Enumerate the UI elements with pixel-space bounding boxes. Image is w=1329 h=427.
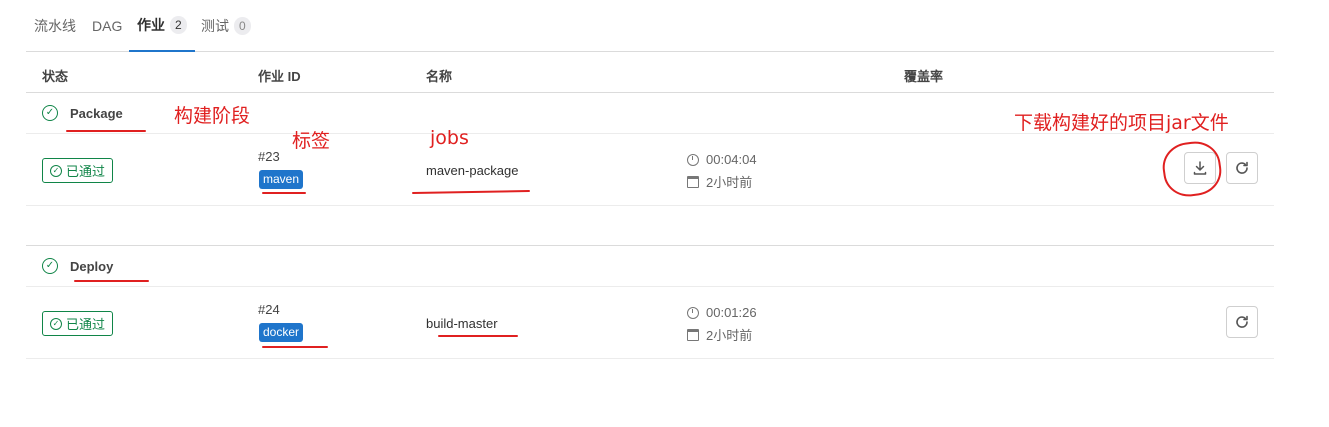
tab-jobs-count-badge: 2 (170, 16, 187, 34)
tab-jobs-label: 作业 (137, 17, 165, 33)
timer-icon (687, 306, 699, 319)
job-duration: 00:01:26 (687, 305, 757, 320)
retry-icon (1236, 315, 1248, 328)
table-row: ✓ 已通过 #24 docker build-master 00:01:26 2… (26, 287, 1274, 359)
job-tag-badge: docker (259, 323, 304, 342)
check-circle-icon: ✓ (42, 105, 58, 121)
tab-tests[interactable]: 测试 0 (201, 0, 251, 51)
annotation-tag: 标签 (292, 130, 331, 152)
job-finished: 2小时前 (687, 172, 752, 191)
finished-value: 2小时前 (706, 328, 753, 343)
header-coverage: 覆盖率 (904, 69, 944, 84)
calendar-icon (687, 175, 699, 188)
retry-icon (1236, 161, 1248, 174)
jobs-table-header: 状态 作业 ID 名称 覆盖率 (26, 52, 1274, 93)
status-badge[interactable]: ✓ 已通过 (42, 158, 114, 183)
job-name: build-master (426, 316, 498, 331)
job-duration: 00:04:04 (687, 152, 757, 167)
tab-pipeline-label: 流水线 (34, 17, 76, 34)
header-status: 状态 (42, 69, 69, 84)
header-name: 名称 (426, 69, 453, 84)
tab-bar: 流水线 DAG 作业 2 测试 0 (26, 0, 1274, 52)
calendar-icon (687, 328, 699, 341)
stage-name: Package (70, 106, 123, 121)
underline-build-master (438, 335, 518, 337)
finished-value: 2小时前 (706, 175, 753, 190)
job-name: maven-package (426, 163, 519, 178)
job-id-link[interactable]: #24 (258, 302, 280, 317)
stage-name: Deploy (70, 259, 114, 274)
retry-job-button[interactable] (1226, 306, 1258, 338)
underline-deploy (74, 280, 149, 282)
header-job-id: 作业 ID (258, 69, 301, 84)
duration-value: 00:04:04 (706, 152, 757, 167)
retry-job-button[interactable] (1226, 152, 1258, 184)
check-circle-icon: ✓ (50, 317, 62, 330)
annotation-jobs: jobs (430, 127, 469, 149)
tab-dag-label: DAG (92, 17, 123, 34)
job-id-link[interactable]: #23 (258, 149, 280, 164)
stage-row-deploy: ✓ Deploy (26, 246, 1274, 287)
tab-tests-count-badge: 0 (234, 16, 251, 35)
annotation-stage: 构建阶段 (174, 105, 251, 127)
annotation-download: 下载构建好的项目jar文件 (1014, 112, 1229, 134)
timer-icon (687, 153, 699, 166)
status-badge[interactable]: ✓ 已通过 (42, 311, 114, 336)
status-label: 已通过 (66, 317, 106, 332)
duration-value: 00:01:26 (706, 305, 757, 320)
table-row: ✓ 已通过 #23 maven maven-package 00:04:04 2… (26, 134, 1274, 206)
underline-package (66, 130, 146, 132)
job-tag-badge: maven (259, 170, 304, 189)
tab-jobs[interactable]: 作业 2 (129, 0, 195, 52)
tab-pipeline[interactable]: 流水线 (34, 0, 76, 51)
status-label: 已通过 (66, 164, 106, 179)
tab-dag[interactable]: DAG (92, 0, 122, 51)
job-finished: 2小时前 (687, 325, 752, 344)
tab-tests-label: 测试 (201, 17, 229, 34)
check-circle-icon: ✓ (50, 164, 62, 177)
underline-docker (262, 346, 328, 348)
check-circle-icon: ✓ (42, 258, 58, 274)
underline-maven (262, 192, 306, 194)
